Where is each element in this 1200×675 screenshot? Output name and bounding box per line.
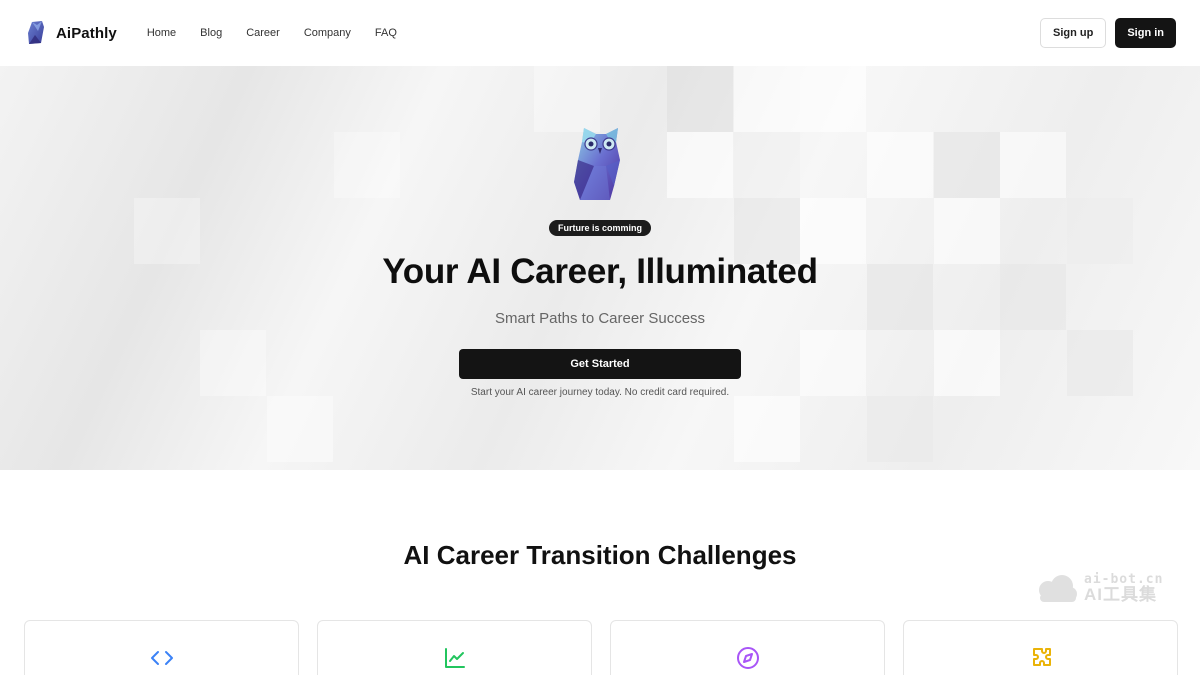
- future-badge: Furture is comming: [548, 220, 651, 236]
- nav-link-career[interactable]: Career: [246, 27, 280, 39]
- get-started-button[interactable]: Get Started: [459, 349, 741, 379]
- challenge-card[interactable]: [610, 620, 885, 675]
- sign-in-button[interactable]: Sign in: [1115, 18, 1176, 48]
- brand[interactable]: AiPathly: [26, 21, 117, 45]
- compass-icon: [736, 647, 759, 669]
- nav-link-faq[interactable]: FAQ: [375, 27, 397, 39]
- puzzle-icon: [1032, 648, 1051, 666]
- hero-note: Start your AI career journey today. No c…: [470, 387, 730, 398]
- watermark-text: AI工具集: [1084, 585, 1157, 604]
- chart-line-icon: [444, 648, 465, 668]
- challenge-card[interactable]: [24, 620, 299, 675]
- watermark: ai-bot.cn AI工具集: [1034, 572, 1163, 604]
- code-icon: [150, 651, 173, 665]
- hero-title: Your AI Career, Illuminated: [382, 252, 818, 291]
- brand-name: AiPathly: [56, 24, 117, 42]
- challenges-title: AI Career Transition Challenges: [403, 540, 797, 570]
- hero-subtitle: Smart Paths to Career Success: [494, 310, 706, 327]
- challenge-cards: [24, 620, 1178, 675]
- top-navbar: AiPathly Home Blog Career Company FAQ Si…: [0, 0, 1200, 66]
- auth-buttons: Sign up Sign in: [1040, 18, 1176, 48]
- nav-link-blog[interactable]: Blog: [200, 27, 222, 39]
- hero-section: Furture is comming Your AI Career, Illum…: [0, 66, 1200, 470]
- hero-content: Furture is comming Your AI Career, Illum…: [0, 66, 1200, 470]
- owl-logo-icon: [28, 21, 44, 44]
- challenge-card[interactable]: [903, 620, 1178, 675]
- sign-up-button[interactable]: Sign up: [1040, 18, 1107, 48]
- nav-link-company[interactable]: Company: [304, 27, 351, 39]
- nav-links: Home Blog Career Company FAQ: [147, 27, 397, 39]
- challenge-card[interactable]: [317, 620, 592, 675]
- cloud-logo-icon: [1039, 575, 1077, 602]
- owl-mascot-icon: [574, 128, 620, 200]
- nav-link-home[interactable]: Home: [147, 27, 176, 39]
